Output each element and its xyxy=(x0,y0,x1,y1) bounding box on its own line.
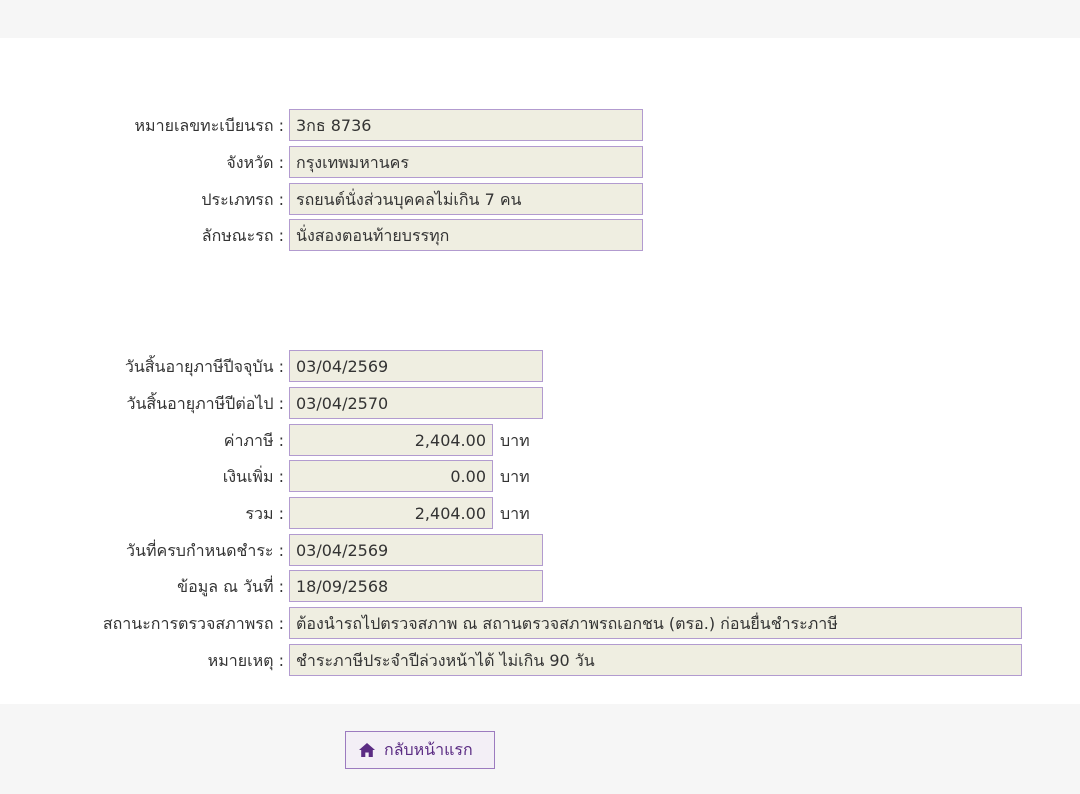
home-icon xyxy=(358,742,376,758)
province-field: กรุงเทพมหานคร xyxy=(289,146,643,178)
row-data-date: ข้อมูล ณ วันที่ : 18/09/2568 xyxy=(0,570,1080,604)
plate-field: 3กธ 8736 xyxy=(289,109,643,141)
data-date-field: 18/09/2568 xyxy=(289,570,543,602)
row-vehicle-style: ลักษณะรถ : นั่งสองตอนท้ายบรรทุก xyxy=(0,219,1080,253)
tax-unit: บาท xyxy=(500,431,530,450)
bottom-band xyxy=(0,704,1080,794)
plate-label: หมายเลขทะเบียนรถ : xyxy=(134,116,285,135)
tax-field: 2,404.00 xyxy=(289,424,493,456)
vehicle-type-label: ประเภทรถ : xyxy=(201,190,284,209)
row-tax: ค่าภาษี : 2,404.00 บาท xyxy=(0,424,1080,458)
vehicle-type-field: รถยนต์นั่งส่วนบุคคลไม่เกิน 7 คน xyxy=(289,183,643,215)
surcharge-label: เงินเพิ่ม : xyxy=(222,467,284,486)
row-surcharge: เงินเพิ่ม : 0.00 บาท xyxy=(0,460,1080,494)
row-vehicle-type: ประเภทรถ : รถยนต์นั่งส่วนบุคคลไม่เกิน 7 … xyxy=(0,183,1080,217)
due-date-field: 03/04/2569 xyxy=(289,534,543,566)
note-field: ชำระภาษีประจำปีล่วงหน้าได้ ไม่เกิน 90 วั… xyxy=(289,644,1022,676)
due-date-label: วันที่ครบกำหนดชำระ : xyxy=(126,541,284,560)
current-expiry-label: วันสิ้นอายุภาษีปีจจุบัน : xyxy=(124,357,284,376)
next-expiry-field: 03/04/2570 xyxy=(289,387,543,419)
current-expiry-field: 03/04/2569 xyxy=(289,350,543,382)
inspection-field: ต้องนำรถไปตรวจสภาพ ณ สถานตรวจสภาพรถเอกชน… xyxy=(289,607,1022,639)
total-label: รวม : xyxy=(245,504,284,523)
home-button-label: กลับหน้าแรก xyxy=(384,739,473,759)
note-label: หมายเหตุ : xyxy=(207,651,284,670)
home-button[interactable]: กลับหน้าแรก xyxy=(345,731,495,769)
row-total: รวม : 2,404.00 บาท xyxy=(0,497,1080,531)
surcharge-unit: บาท xyxy=(500,467,530,486)
row-inspection: สถานะการตรวจสภาพรถ : ต้องนำรถไปตรวจสภาพ … xyxy=(0,607,1080,641)
vehicle-style-label: ลักษณะรถ : xyxy=(201,226,284,245)
total-unit: บาท xyxy=(500,504,530,523)
row-plate: หมายเลขทะเบียนรถ : 3กธ 8736 xyxy=(0,109,1080,143)
next-expiry-label: วันสิ้นอายุภาษีปีต่อไป : xyxy=(126,394,284,413)
tax-label: ค่าภาษี : xyxy=(223,431,284,450)
row-current-expiry: วันสิ้นอายุภาษีปีจจุบัน : 03/04/2569 xyxy=(0,350,1080,384)
top-band xyxy=(0,0,1080,38)
row-next-expiry: วันสิ้นอายุภาษีปีต่อไป : 03/04/2570 xyxy=(0,387,1080,421)
province-label: จังหวัด : xyxy=(226,153,284,172)
inspection-label: สถานะการตรวจสภาพรถ : xyxy=(102,614,284,633)
row-province: จังหวัด : กรุงเทพมหานคร xyxy=(0,146,1080,180)
vehicle-style-field: นั่งสองตอนท้ายบรรทุก xyxy=(289,219,643,251)
row-note: หมายเหตุ : ชำระภาษีประจำปีล่วงหน้าได้ ไม… xyxy=(0,644,1080,678)
surcharge-field: 0.00 xyxy=(289,460,493,492)
data-date-label: ข้อมูล ณ วันที่ : xyxy=(177,577,284,596)
total-field: 2,404.00 xyxy=(289,497,493,529)
row-due-date: วันที่ครบกำหนดชำระ : 03/04/2569 xyxy=(0,534,1080,568)
